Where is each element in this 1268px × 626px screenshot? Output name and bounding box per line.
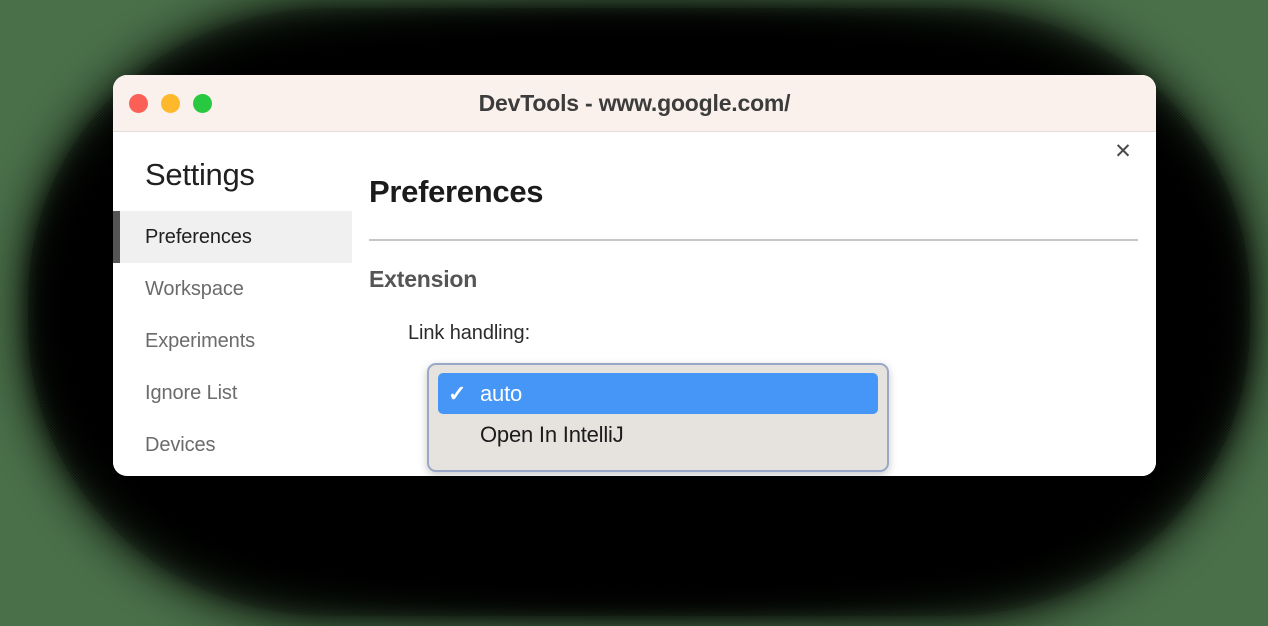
sidebar-item-devices[interactable]: Devices bbox=[113, 419, 352, 471]
window-title: DevTools - www.google.com/ bbox=[478, 89, 791, 116]
settings-sidebar: Settings Preferences Workspace Experimen… bbox=[113, 132, 352, 476]
sidebar-item-preferences[interactable]: Preferences bbox=[113, 211, 352, 263]
sidebar-item-label: Preferences bbox=[145, 225, 252, 248]
checkmark-icon: ✓ bbox=[448, 380, 467, 406]
select-option-label: auto bbox=[480, 380, 523, 406]
close-icon[interactable]: ✕ bbox=[1110, 138, 1136, 164]
sidebar-item-experiments[interactable]: Experiments bbox=[113, 315, 352, 367]
sidebar-item-label: Experiments bbox=[145, 329, 256, 352]
window-titlebar: DevTools - www.google.com/ bbox=[113, 75, 1156, 132]
link-handling-field-row: Link handling: bbox=[369, 322, 1138, 345]
link-handling-label: Link handling: bbox=[408, 322, 531, 344]
select-option-open-in-intellij[interactable]: ✓ Open In IntelliJ bbox=[438, 414, 878, 455]
sidebar-title: Settings bbox=[145, 157, 255, 192]
sidebar-item-workspace[interactable]: Workspace bbox=[113, 263, 352, 315]
sidebar-item-label: Devices bbox=[145, 433, 216, 456]
page-title: Preferences bbox=[369, 174, 544, 209]
title-divider bbox=[369, 239, 1138, 241]
select-option-auto[interactable]: ✓ auto bbox=[438, 373, 878, 414]
sidebar-item-label: Workspace bbox=[145, 277, 244, 300]
sidebar-item-ignore-list[interactable]: Ignore List bbox=[113, 367, 352, 419]
section-title-extension: Extension bbox=[369, 266, 478, 292]
link-handling-select-popup[interactable]: ✓ auto ✓ Open In IntelliJ bbox=[427, 363, 889, 472]
select-option-label: Open In IntelliJ bbox=[480, 421, 624, 447]
sidebar-item-label: Ignore List bbox=[145, 381, 238, 404]
